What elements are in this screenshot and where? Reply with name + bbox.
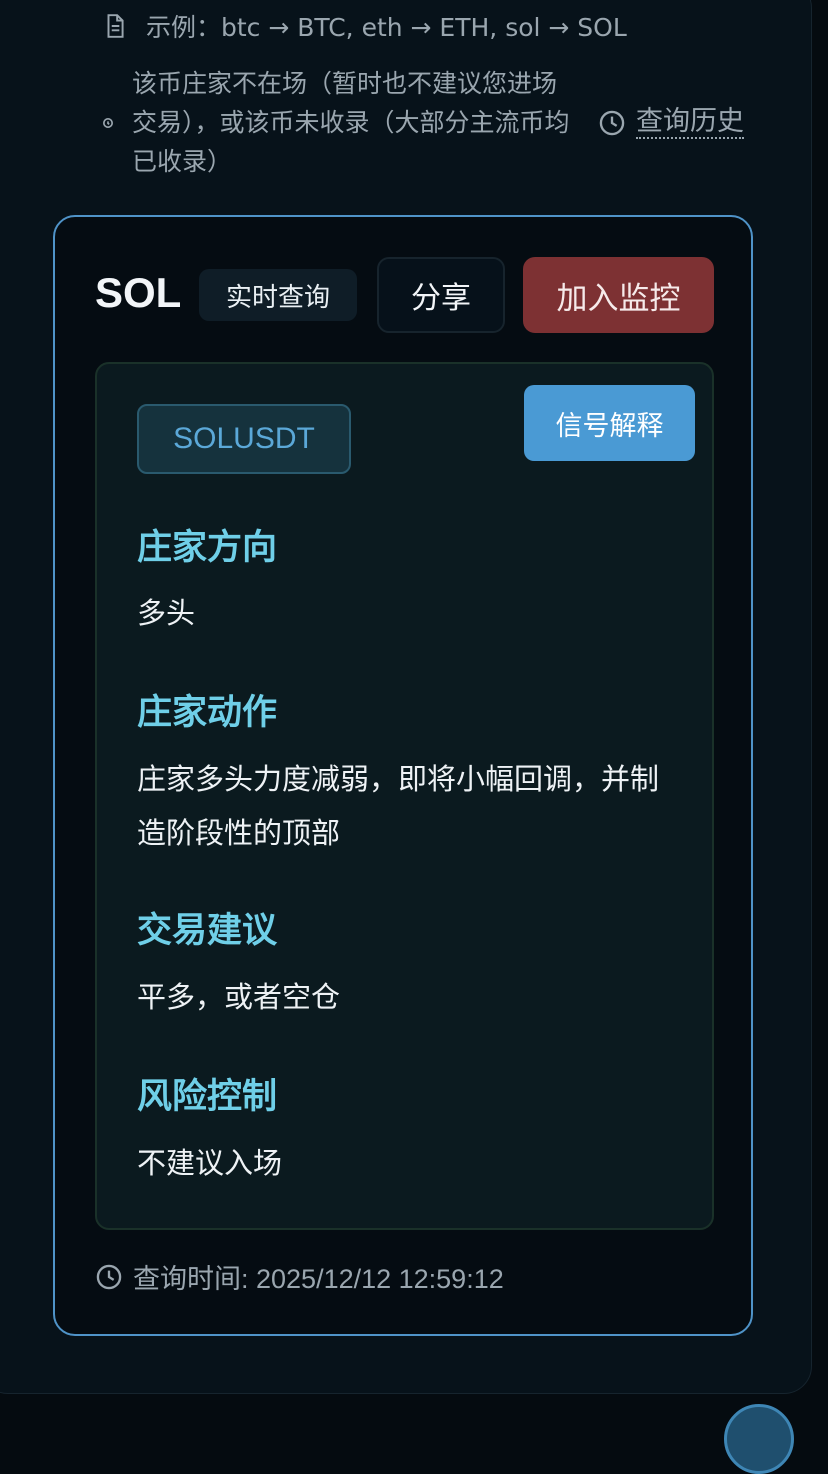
example-hint-text: 示例：btc → BTC, eth → ETH, sol → SOL <box>146 13 627 42</box>
clock-icon <box>96 1264 122 1289</box>
live-query-chip: 实时查询 <box>199 269 357 321</box>
share-button[interactable]: 分享 <box>377 257 505 333</box>
add-monitor-button[interactable]: 加入监控 <box>523 257 714 333</box>
clock-icon <box>599 110 625 135</box>
section-heading-risk: 风险控制 <box>137 1077 278 1117</box>
signal-box: SOLUSDT 信号解释 庄家方向 多头 庄家动作 庄家多头力度减弱，即将小幅回… <box>95 362 714 1230</box>
section-heading-action: 庄家动作 <box>137 693 278 733</box>
clock-small-icon <box>103 117 113 128</box>
section-body-direction: 多头 <box>137 596 196 630</box>
card-header: SOL 实时查询 分享 加入监控 <box>95 257 714 333</box>
section-body-action: 庄家多头力度减弱，即将小幅回调，并制造阶段性的顶部 <box>137 762 660 850</box>
floating-action-button[interactable] <box>724 1404 794 1474</box>
example-hint: 示例：btc → BTC, eth → ETH, sol → SOL <box>102 8 627 44</box>
document-icon <box>107 14 124 38</box>
signal-explain-button[interactable]: 信号解释 <box>524 385 695 461</box>
query-time-text: 查询时间: 2025/12/12 12:59:12 <box>133 1264 504 1294</box>
section-heading-advice: 交易建议 <box>137 911 278 951</box>
query-history-label: 查询历史 <box>636 105 744 139</box>
query-time: 查询时间: 2025/12/12 12:59:12 <box>95 1257 504 1296</box>
section-body-risk: 不建议入场 <box>137 1146 283 1180</box>
query-history-link[interactable]: 查询历史 <box>598 105 744 139</box>
not-found-notice: 该币庄家不在场（暂时也不建议您进场交易），或该币未收录（大部分主流币均已收录） … <box>98 64 758 181</box>
section-body-advice: 平多，或者空仓 <box>137 980 341 1014</box>
notice-text: 该币庄家不在场（暂时也不建议您进场交易），或该币未收录（大部分主流币均已收录） <box>132 69 570 176</box>
pair-badge: SOLUSDT <box>137 404 351 474</box>
section-heading-direction: 庄家方向 <box>137 528 278 568</box>
symbol-title: SOL <box>95 269 182 316</box>
result-card: SOL 实时查询 分享 加入监控 SOLUSDT 信号解释 庄家方向 多头 庄家… <box>53 215 753 1336</box>
